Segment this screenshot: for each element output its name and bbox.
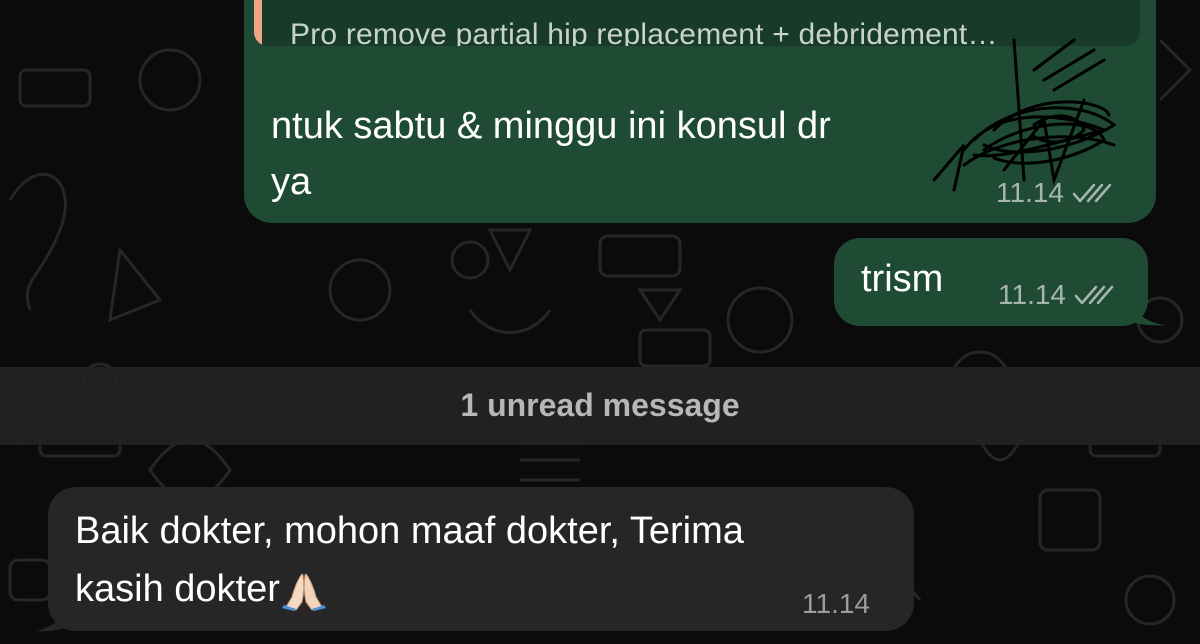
chat-area[interactable]: Pro remove partial hip replacement + deb… [0,0,1200,644]
outgoing-message-bubble-trism[interactable]: trism 11.14 [834,238,1148,326]
incoming-message-text: Baik dokter, mohon maaf dokter, Terima k… [75,502,875,618]
quoted-message-text: Pro remove partial hip replacement + deb… [290,18,998,46]
outgoing-message-line-2: ya [271,161,312,203]
incoming-message-line-2: kasih dokter [75,568,280,610]
read-receipt-icon [1074,285,1114,305]
outgoing-message-line-1: ntuk sabtu & minggu ini konsul dr [271,105,831,147]
incoming-message-line-1: Baik dokter, mohon maaf dokter, Terima [75,510,744,552]
folded-hands-icon [281,573,326,611]
incoming-message-bubble[interactable]: Baik dokter, mohon maaf dokter, Terima k… [48,487,914,631]
message-time: 11.14 [998,279,1066,310]
message-meta: 11.14 [802,588,870,620]
redaction-scribble [932,38,1117,192]
message-time: 11.14 [802,588,870,619]
outgoing-message-bubble[interactable]: Pro remove partial hip replacement + deb… [244,0,1156,223]
quote-accent-bar [254,0,262,46]
message-meta: 11.14 [998,279,1118,311]
outgoing-message-text: trism [861,258,944,300]
unread-separator: 1 unread message [0,367,1200,445]
bubble-tail [1128,292,1166,326]
unread-separator-label: 1 unread message [460,387,740,423]
